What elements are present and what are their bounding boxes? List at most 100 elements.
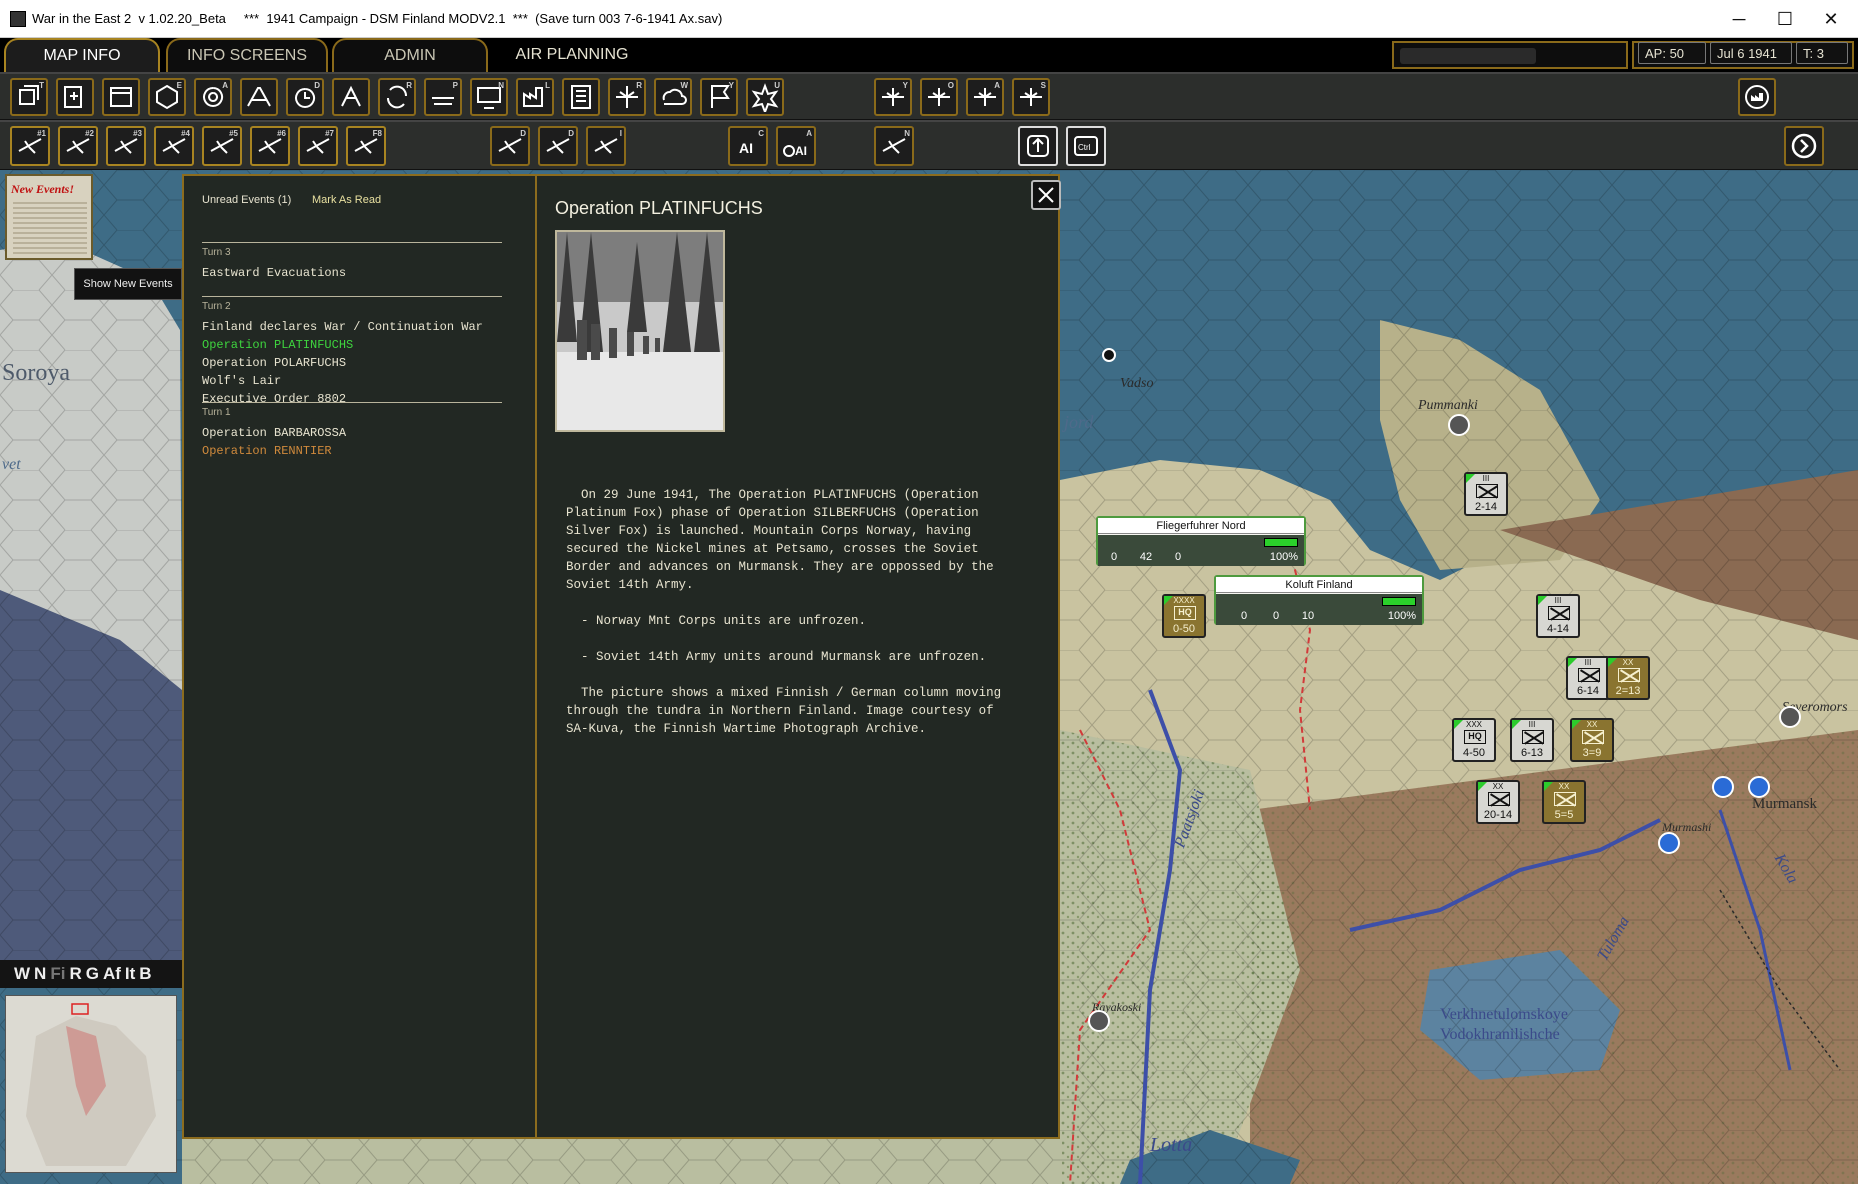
map-label-vet: vet — [2, 456, 21, 473]
unit-strength: 2-14 — [1474, 501, 1498, 513]
factory-toolbar-button[interactable]: L — [516, 78, 554, 116]
new-window-toolbar-button[interactable] — [56, 78, 94, 116]
settings-toolbar-button[interactable]: A — [194, 78, 232, 116]
unit-counter[interactable]: XX 2=13 — [1606, 656, 1650, 700]
event-list-item[interactable]: Operation RENNTIER — [202, 442, 502, 460]
up-arrow-button[interactable] — [1018, 126, 1058, 166]
unit-counter[interactable]: XXX HQ 4-50 — [1452, 718, 1496, 762]
event-list-item[interactable]: Wolf's Lair — [202, 372, 502, 390]
hex-e-toolbar-button[interactable]: E — [148, 78, 186, 116]
event-list-item[interactable]: Operation BARBAROSSA — [202, 424, 502, 442]
ai-control-button[interactable]: AI C — [728, 126, 768, 166]
air-transfer-button[interactable]: #5 — [202, 126, 242, 166]
air-transfer-mode-button[interactable]: I — [586, 126, 626, 166]
airfield-icon[interactable] — [1088, 1010, 1110, 1032]
transport-air-button[interactable]: Y — [874, 78, 912, 116]
close-events-button[interactable] — [1031, 180, 1061, 210]
svg-text:AI: AI — [795, 144, 807, 158]
airfield-icon[interactable] — [1779, 706, 1801, 728]
unit-counter[interactable]: III 2-14 — [1464, 472, 1508, 516]
svg-text:Ctrl: Ctrl — [1078, 143, 1091, 152]
radar-toolbar-button[interactable] — [332, 78, 370, 116]
tab-air-planning[interactable]: AIR PLANNING — [510, 38, 634, 72]
app-icon — [10, 10, 26, 27]
nation-filter-b[interactable]: B — [139, 964, 151, 984]
event-list-item[interactable]: Eastward Evacuations — [202, 264, 502, 282]
air-strike-button[interactable]: #3 — [106, 126, 146, 166]
timer-toolbar-button[interactable]: D — [286, 78, 324, 116]
bombing-button[interactable]: F8 — [346, 126, 386, 166]
turn-label: Turn 3 — [202, 247, 231, 258]
hq-symbol: HQ — [1464, 730, 1486, 744]
unit-counter[interactable]: XX 5=5 — [1542, 780, 1586, 824]
counter-123-toolbar-button[interactable]: P — [424, 78, 462, 116]
unit-size: XXXX — [1173, 596, 1195, 605]
nation-filter-fi[interactable]: Fi — [50, 964, 65, 984]
toolbar-row-1: TEADRPNLRWYUYOAS — [0, 72, 1858, 120]
nation-filter-n[interactable]: N — [34, 964, 46, 984]
map-label-verkhnetulomskoye: Verkhnetulomskoye — [1440, 1006, 1568, 1023]
air-superiority-button[interactable]: #1 — [10, 126, 50, 166]
close-window-button[interactable]: ✕ — [1808, 0, 1854, 38]
nation-filter-r[interactable]: R — [69, 964, 81, 984]
building-toolbar-button[interactable] — [562, 78, 600, 116]
unit-strength: 5=5 — [1554, 809, 1574, 821]
weather-toolbar-button[interactable]: W — [654, 78, 692, 116]
new-events-newspaper[interactable]: New Events! — [5, 174, 93, 260]
unit-counter[interactable]: III 6-13 — [1510, 718, 1554, 762]
copy-toolbar-button[interactable]: T — [10, 78, 48, 116]
event-list-item[interactable]: Operation POLARFUCHS — [202, 354, 502, 372]
interdiction-button[interactable]: #4 — [154, 126, 194, 166]
tab-map-info[interactable]: MAP INFO — [4, 38, 160, 72]
naval-strike-button[interactable]: #7 — [298, 126, 338, 166]
fighter-air-button[interactable]: A — [966, 78, 1004, 116]
rail-toolbar-button[interactable] — [240, 78, 278, 116]
explosion-toolbar-button[interactable]: U — [746, 78, 784, 116]
city-marker-icon[interactable] — [1102, 348, 1116, 362]
flag-toolbar-button[interactable]: Y — [700, 78, 738, 116]
aircraft-toolbar-button[interactable]: R — [608, 78, 646, 116]
recon-count: 0 — [1174, 551, 1182, 563]
airfield-icon[interactable] — [1448, 414, 1470, 436]
notes-button[interactable]: N — [874, 126, 914, 166]
tab-admin[interactable]: ADMIN — [332, 38, 488, 72]
tab-info-screens[interactable]: INFO SCREENS — [166, 38, 328, 72]
bomber-air-button[interactable]: S — [1012, 78, 1050, 116]
refresh-toolbar-button[interactable]: R — [378, 78, 416, 116]
mark-as-read-button[interactable]: Mark As Read — [312, 194, 381, 206]
ground-attack-button[interactable]: #2 — [58, 126, 98, 166]
production-toolbar-button[interactable] — [1738, 78, 1776, 116]
air-report-button[interactable]: D — [538, 126, 578, 166]
campaign-title: *** 1941 Campaign - DSM Finland MODV2.1 … — [243, 11, 723, 26]
nation-filter-w[interactable]: W — [14, 964, 30, 984]
nation-filter-af[interactable]: Af — [103, 964, 121, 984]
minimize-button[interactable]: ─ — [1716, 0, 1762, 38]
unit-counter[interactable]: III 4-14 — [1536, 594, 1580, 638]
toolbar-row-2: #1 #2 #3 #4 #5 #6 #7 F8 D D I AI C AI A N Ctrl — [0, 120, 1858, 170]
unit-counter[interactable]: XXXX HQ 0-50 — [1162, 594, 1206, 638]
unit-counter[interactable]: XX 3=9 — [1570, 718, 1614, 762]
air-directive-button[interactable]: D — [490, 126, 530, 166]
next-turn-button[interactable] — [1784, 126, 1824, 166]
event-list-item[interactable]: Finland declares War / Continuation War — [202, 318, 502, 336]
mini-map[interactable] — [5, 995, 177, 1173]
computer-toolbar-button[interactable]: N — [470, 78, 508, 116]
unit-counter[interactable]: III 6-14 — [1566, 656, 1610, 700]
maximize-button[interactable]: ☐ — [1762, 0, 1808, 38]
ctrl-key-button[interactable]: Ctrl — [1066, 126, 1106, 166]
window-toolbar-button[interactable] — [102, 78, 140, 116]
air-unit-panel-koluft-finland[interactable]: Koluft Finland 0 0 10 100% — [1214, 575, 1424, 625]
recon-mission-button[interactable]: #6 — [250, 126, 290, 166]
airfield-icon[interactable] — [1658, 832, 1680, 854]
air-unit-panel-fliegerfuhrer-nord[interactable]: Fliegerfuhrer Nord 0 42 0 100% — [1096, 516, 1306, 566]
event-list-item[interactable]: Operation PLATINFUCHS — [202, 336, 502, 354]
recon-air-button[interactable]: O — [920, 78, 958, 116]
nation-filter-it[interactable]: It — [125, 964, 135, 984]
hotkey-label: A — [806, 129, 812, 138]
airfield-icon[interactable] — [1748, 776, 1770, 798]
ai-control-off-button[interactable]: AI A — [776, 126, 816, 166]
unit-counter[interactable]: XX 20-14 — [1476, 780, 1520, 824]
nation-filter-g[interactable]: G — [86, 964, 99, 984]
map-label-murmansk: Murmansk — [1752, 796, 1817, 812]
port-anchor-icon[interactable] — [1712, 776, 1734, 798]
